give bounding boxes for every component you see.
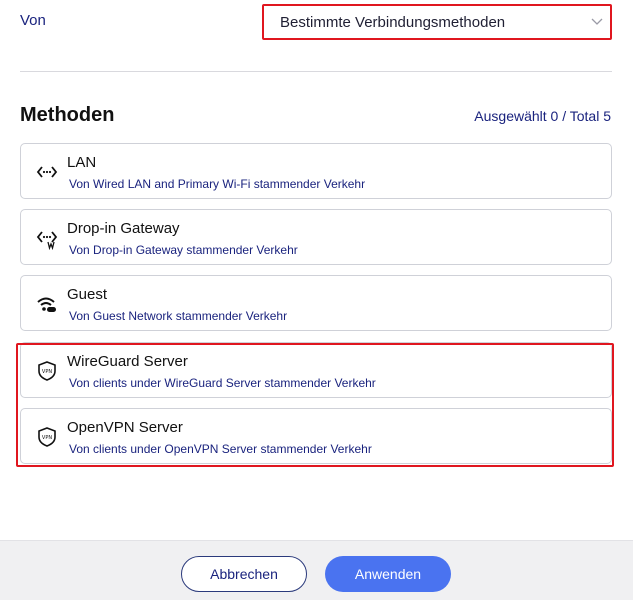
method-title: Guest: [67, 286, 108, 303]
dropin-gateway-icon: [36, 231, 58, 250]
vpn-shield-icon: VPN: [38, 427, 56, 447]
method-item-wireguard-server[interactable]: VPN WireGuard Server Von clients under W…: [20, 342, 612, 398]
cancel-button[interactable]: Abbrechen: [181, 556, 307, 592]
method-subtitle: Von Guest Network stammender Verkehr: [69, 309, 288, 323]
method-title: Drop-in Gateway: [67, 220, 180, 237]
method-title: OpenVPN Server: [67, 419, 183, 436]
divider: [20, 71, 612, 72]
vpn-shield-icon: VPN: [38, 361, 56, 381]
svg-text:VPN: VPN: [42, 435, 52, 441]
footer-bar: [0, 540, 633, 600]
from-select-value: Bestimmte Verbindungsmethoden: [280, 14, 506, 31]
method-item-lan[interactable]: LAN Von Wired LAN and Primary Wi-Fi stam…: [20, 143, 612, 199]
method-item-dropin-gateway[interactable]: Drop-in Gateway Von Drop-in Gateway stam…: [20, 209, 612, 265]
method-item-openvpn-server[interactable]: VPN OpenVPN Server Von clients under Ope…: [20, 408, 612, 464]
method-subtitle: Von clients under WireGuard Server stamm…: [69, 376, 376, 390]
from-row: Von Bestimmte Verbindungsmethoden: [0, 0, 633, 45]
method-subtitle: Von Wired LAN and Primary Wi-Fi stammend…: [69, 177, 366, 191]
from-label: Von: [20, 12, 46, 29]
apply-button[interactable]: Anwenden: [325, 556, 451, 592]
methods-title: Methoden: [20, 104, 115, 126]
chevron-down-icon: [591, 18, 603, 25]
from-select[interactable]: Bestimmte Verbindungsmethoden: [262, 4, 612, 40]
lan-icon: [36, 166, 58, 178]
method-title: WireGuard Server: [67, 353, 188, 370]
method-item-guest[interactable]: Guest Von Guest Network stammender Verke…: [20, 275, 612, 331]
guest-wifi-icon: [37, 297, 56, 312]
method-subtitle: Von clients under OpenVPN Server stammen…: [69, 442, 372, 456]
method-subtitle: Von Drop-in Gateway stammender Verkehr: [69, 243, 298, 257]
method-title: LAN: [67, 154, 97, 171]
svg-text:VPN: VPN: [42, 369, 52, 375]
selection-counter: Ausgewählt 0 / Total 5: [474, 108, 611, 124]
